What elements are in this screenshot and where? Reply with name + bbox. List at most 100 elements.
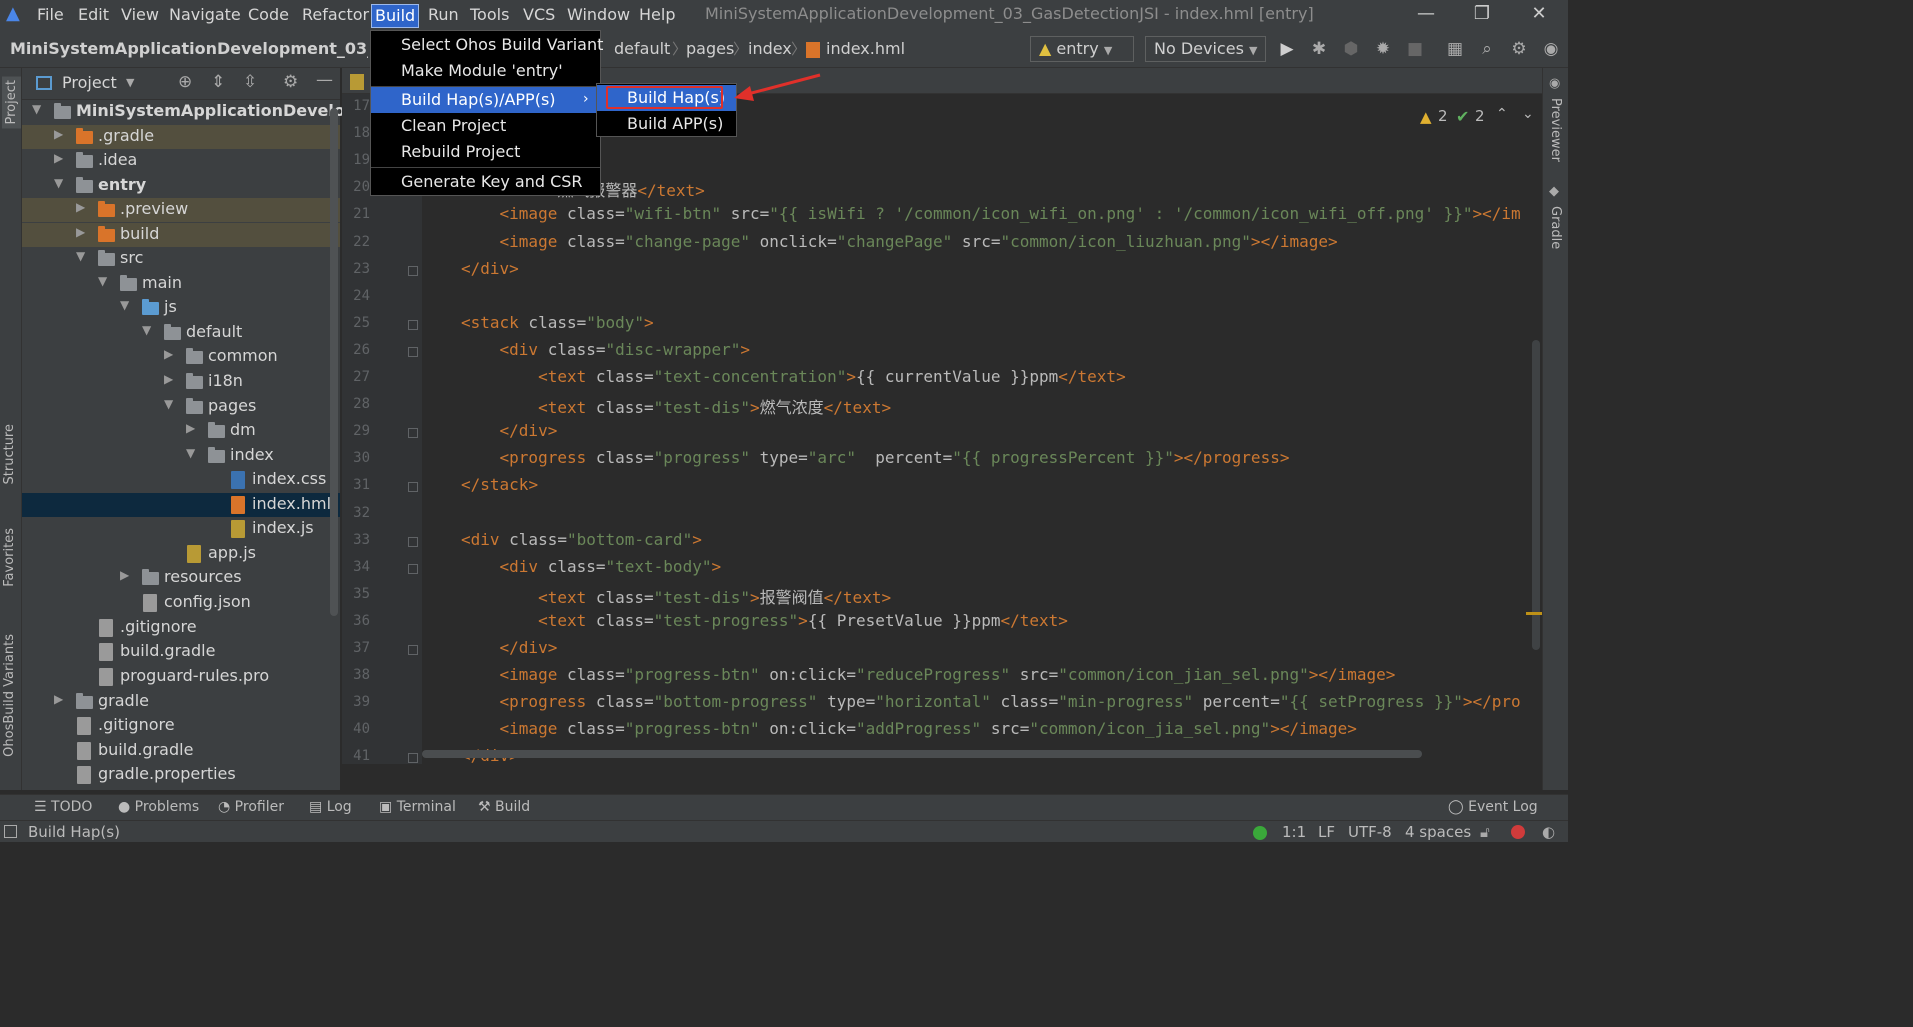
menu-run[interactable]: Run xyxy=(425,4,462,28)
tree-item-main[interactable]: ▼ main xyxy=(22,272,340,296)
menu-view[interactable]: View xyxy=(118,4,162,28)
profile-icon[interactable]: ✹ xyxy=(1372,38,1394,60)
tree-item-build-gradle-root[interactable]: build.gradle xyxy=(22,739,340,763)
editor-vertical-scrollbar[interactable] xyxy=(1532,340,1540,650)
tab-problems[interactable]: ● Problems xyxy=(118,799,199,815)
tree-item-index-dir[interactable]: ▼ index xyxy=(22,444,340,468)
tool-tab-gradle[interactable]: Gradle xyxy=(1548,206,1563,249)
tab-todo[interactable]: ☰ TODO xyxy=(34,799,92,815)
menu-item-build-hap-app[interactable]: Build Hap(s)/APP(s) xyxy=(371,87,600,113)
tree-item-js[interactable]: ▼ js xyxy=(22,296,340,320)
tree-item-gradle-root[interactable]: ▶ gradle xyxy=(22,690,340,714)
tab-event-log[interactable]: ◯ Event Log xyxy=(1448,799,1538,815)
project-view-label[interactable]: Project xyxy=(62,73,117,92)
tool-tab-project[interactable]: Project xyxy=(2,76,21,129)
tree-item-pages[interactable]: ▼ pages xyxy=(22,395,340,419)
fold-marker-icon[interactable] xyxy=(408,319,418,330)
error-icon[interactable] xyxy=(1511,825,1525,839)
tool-tab-previewer[interactable]: Previewer xyxy=(1548,98,1563,162)
fold-marker-icon[interactable] xyxy=(408,428,418,439)
tree-item-src[interactable]: ▼ src xyxy=(22,247,340,271)
fold-marker-icon[interactable] xyxy=(408,645,418,655)
tree-item-idea[interactable]: ▶ .idea xyxy=(22,149,340,173)
tree-item-build-gradle-entry[interactable]: build.gradle xyxy=(22,640,340,664)
tree-item-proguard[interactable]: proguard-rules.pro xyxy=(22,665,340,689)
chevron-down-icon[interactable]: ▼ xyxy=(126,76,134,89)
device-select[interactable]: No Devices ▼ xyxy=(1145,36,1266,62)
menu-item-clean-project[interactable]: Clean Project xyxy=(371,113,600,139)
menu-code[interactable]: Code xyxy=(245,4,292,28)
menu-item-generate-key-csr[interactable]: Generate Key and CSR xyxy=(371,169,600,195)
tree-item-gitignore-root[interactable]: .gitignore xyxy=(22,714,340,738)
account-icon[interactable]: ◉ xyxy=(1540,38,1562,60)
tree-item-root[interactable]: ▼ MiniSystemApplicationDevelopmen xyxy=(22,100,395,124)
project-structure-icon[interactable]: ▦ xyxy=(1444,38,1466,60)
debug-icon[interactable]: ✱ xyxy=(1308,38,1330,60)
tree-item-dm[interactable]: ▶ dm xyxy=(22,419,340,443)
menu-item-select-build-variant[interactable]: Select Ohos Build Variant xyxy=(371,32,603,58)
menu-navigate[interactable]: Navigate xyxy=(166,4,244,28)
tree-item-gitignore-entry[interactable]: .gitignore xyxy=(22,616,340,640)
js-file-icon[interactable] xyxy=(350,74,364,90)
stop-icon[interactable]: ■ xyxy=(1404,38,1426,60)
collapse-all-icon[interactable]: ⇳ xyxy=(243,72,257,92)
settings-gear-icon[interactable]: ⚙ xyxy=(1508,38,1530,60)
tab-log[interactable]: ▤ Log xyxy=(309,799,352,815)
tree-item-entry[interactable]: ▼ entry xyxy=(22,174,340,198)
fold-marker-icon[interactable] xyxy=(408,563,418,574)
menu-item-rebuild-project[interactable]: Rebuild Project xyxy=(371,139,600,165)
check-icon[interactable]: ✔ xyxy=(1456,107,1469,126)
line-separator[interactable]: LF xyxy=(1318,823,1335,841)
project-scrollbar[interactable] xyxy=(330,108,338,616)
breadcrumb-file[interactable]: index.hml xyxy=(826,39,905,58)
run-config-select[interactable]: ▲ entry ▼ xyxy=(1030,36,1134,62)
gear-icon[interactable]: ⚙ xyxy=(283,72,298,92)
menu-item-make-module[interactable]: Make Module 'entry' xyxy=(371,58,600,84)
tree-item-default[interactable]: ▼ default xyxy=(22,321,340,345)
toggle-tool-windows-icon[interactable] xyxy=(4,825,17,838)
caret-position[interactable]: 1:1 xyxy=(1282,823,1306,841)
fold-marker-icon[interactable] xyxy=(408,482,418,493)
fold-marker-icon[interactable] xyxy=(408,346,418,357)
file-encoding[interactable]: UTF-8 xyxy=(1348,823,1392,841)
tool-tab-build-variants[interactable]: OhosBuild Variants xyxy=(2,634,17,757)
tree-item-i18n[interactable]: ▶ i18n xyxy=(22,370,340,394)
menu-item-build-app[interactable]: Build APP(s) xyxy=(597,111,736,137)
tree-item-config-json[interactable]: config.json xyxy=(22,591,340,615)
tool-tab-favorites[interactable]: Favorites xyxy=(2,528,17,587)
tree-item-index-js[interactable]: index.js xyxy=(22,517,340,541)
menu-build[interactable]: Build xyxy=(371,4,419,28)
tree-item-index-css[interactable]: index.css xyxy=(22,468,340,492)
expand-all-icon[interactable]: ⇕ xyxy=(211,72,225,92)
hide-panel-icon[interactable]: — xyxy=(316,70,333,90)
project-name[interactable]: MiniSystemApplicationDevelopment_03_GasD… xyxy=(10,39,368,58)
restore-icon[interactable]: ❐ xyxy=(1459,2,1505,28)
tab-terminal[interactable]: ▣ Terminal xyxy=(379,799,456,815)
minimize-icon[interactable]: — xyxy=(1403,2,1449,28)
tree-item-common[interactable]: ▶ common xyxy=(22,345,340,369)
breadcrumb-pages[interactable]: pages xyxy=(686,39,734,58)
menu-vcs[interactable]: VCS xyxy=(520,4,558,28)
indent-setting[interactable]: 4 spaces xyxy=(1405,823,1471,841)
tree-item-preview[interactable]: ▶ .preview xyxy=(22,198,340,222)
menu-edit[interactable]: Edit xyxy=(75,4,112,28)
breadcrumb-index[interactable]: index xyxy=(748,39,792,58)
tree-item-gradle-properties[interactable]: gradle.properties xyxy=(22,763,340,787)
tab-profiler[interactable]: ◔ Profiler xyxy=(218,799,284,815)
menu-help[interactable]: Help xyxy=(636,4,678,28)
chevron-down-icon[interactable]: ⌄ xyxy=(1522,106,1534,122)
fold-marker-icon[interactable] xyxy=(408,753,418,764)
fold-marker-icon[interactable] xyxy=(408,265,418,276)
menu-refactor[interactable]: Refactor xyxy=(299,4,372,28)
warning-icon[interactable]: ▲ xyxy=(1420,108,1432,126)
inspector-icon[interactable]: ◐ xyxy=(1542,823,1555,841)
editor-horizontal-scrollbar[interactable] xyxy=(422,750,1422,758)
tree-item-app-js[interactable]: app.js xyxy=(22,542,340,566)
menu-tools[interactable]: Tools xyxy=(467,4,512,28)
tree-item-build-dir[interactable]: ▶ build xyxy=(22,223,340,247)
breadcrumb-default[interactable]: default xyxy=(614,39,670,58)
tree-item-resources[interactable]: ▶ resources xyxy=(22,566,340,590)
search-icon[interactable]: ⌕ xyxy=(1476,38,1498,60)
tree-item-gradle-dir[interactable]: ▶ .gradle xyxy=(22,125,340,149)
chevron-up-icon[interactable]: ⌃ xyxy=(1496,106,1508,122)
